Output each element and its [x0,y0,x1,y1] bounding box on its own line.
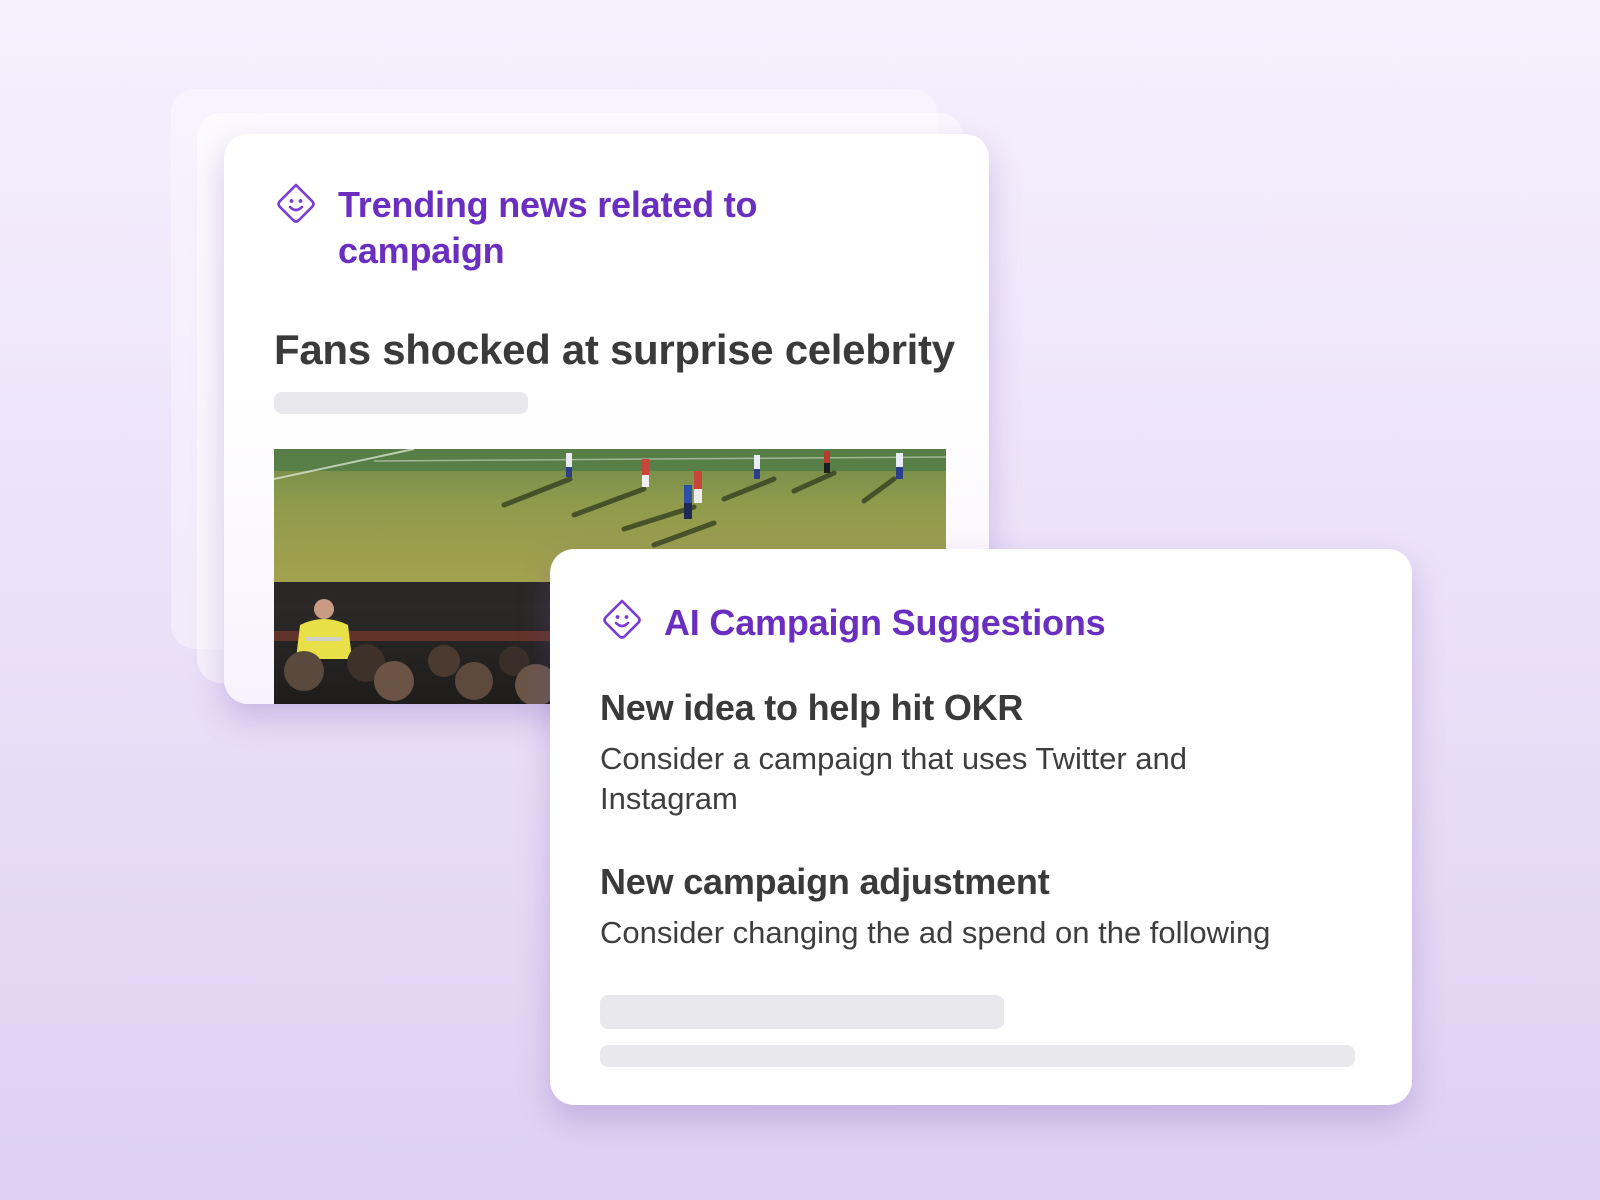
smile-diamond-icon [277,183,315,223]
loading-placeholder-bar [274,392,528,414]
trending-news-header: Trending news related to campaign [274,182,834,274]
loading-placeholder-bar [600,995,1004,1029]
news-headline[interactable]: Fans shocked at surprise celebrity [274,326,955,374]
ai-suggestions-header: AI Campaign Suggestions [600,599,1360,646]
smile-diamond-icon [603,599,641,639]
loading-placeholder-bar [600,1045,1355,1067]
ai-campaign-suggestions-card[interactable]: AI Campaign Suggestions New idea to help… [550,549,1412,1105]
suggestion-description: Consider changing the ad spend on the fo… [600,915,1271,950]
ai-suggestions-title: AI Campaign Suggestions [664,602,1106,643]
suggestion-title[interactable]: New campaign adjustment [600,861,1050,903]
suggestion-title[interactable]: New idea to help hit OKR [600,687,1023,729]
suggestion-description: Consider a campaign that uses Twitter an… [600,741,1188,816]
trending-news-title: Trending news related to campaign [338,184,758,271]
